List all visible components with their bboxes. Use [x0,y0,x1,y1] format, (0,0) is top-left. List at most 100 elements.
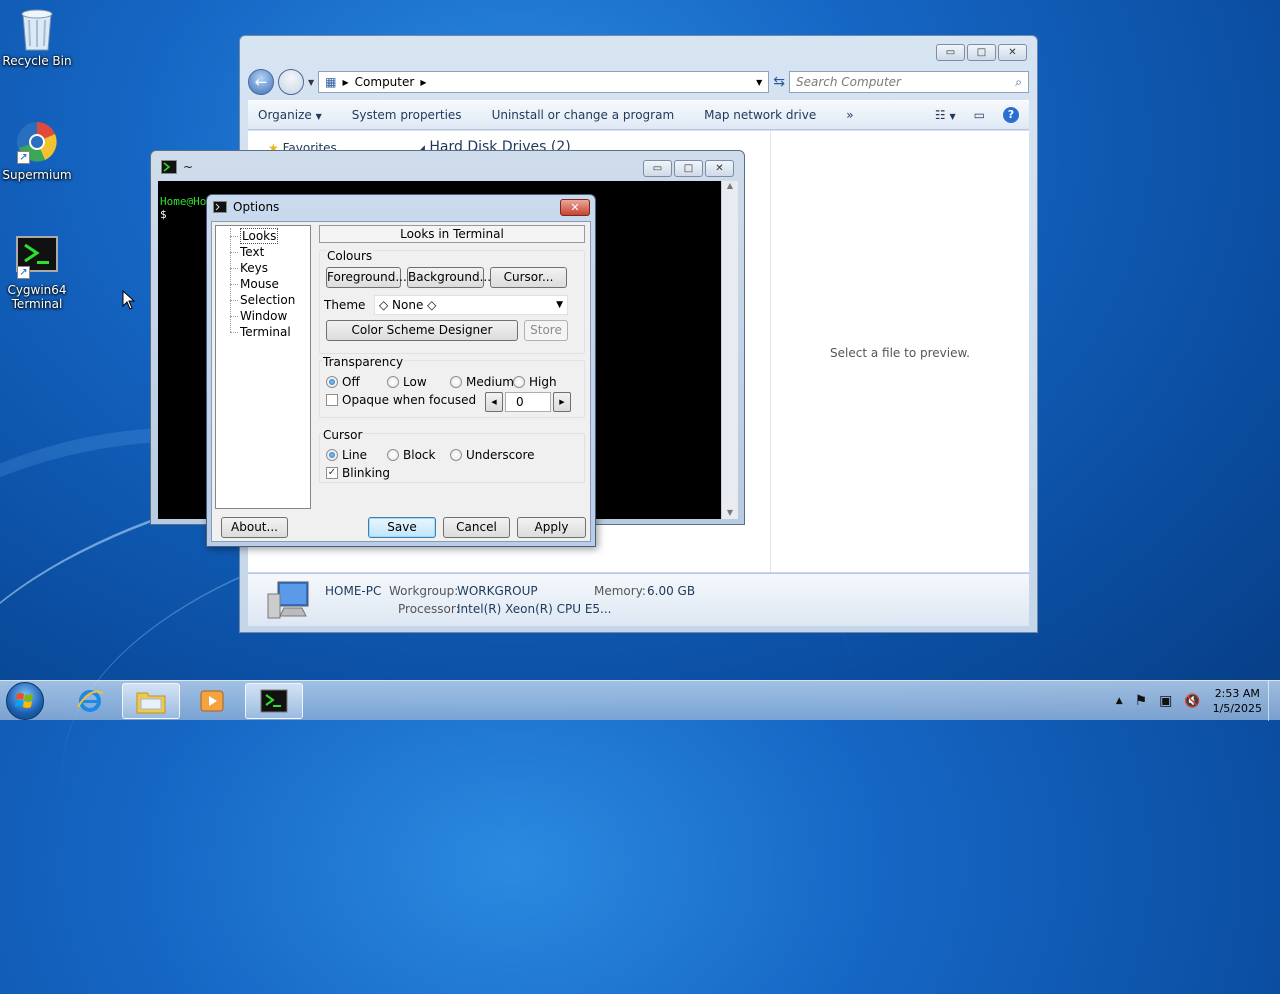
forward-button[interactable] [278,69,304,95]
cursor-colour-button[interactable]: Cursor... [490,267,567,288]
preview-pane-icon[interactable]: ▭ [974,108,985,122]
desktop-icon-cygwin[interactable]: ↗ Cygwin64 Terminal [0,235,74,311]
radio-icon [450,376,462,388]
category-tree: Looks Text Keys Mouse Selection Window T… [215,225,311,509]
opaque-when-focused-checkbox[interactable]: Opaque when focused [326,393,476,407]
desktop-icon-recycle-bin[interactable]: Recycle Bin [0,6,74,68]
taskbar-cygwin-terminal[interactable] [245,683,303,719]
tree-item-looks[interactable]: Looks [216,228,310,244]
taskbar-media-player[interactable] [183,683,241,719]
recycle-bin-icon [15,6,59,51]
uninstall-button[interactable]: Uninstall or change a program [492,108,675,122]
tree-item-text[interactable]: Text [216,244,310,260]
address-dropdown-icon[interactable]: ▼ [756,78,762,87]
section-header: Looks in Terminal [319,225,585,243]
search-placeholder: Search Computer [796,75,901,89]
cygwin-terminal-icon [161,160,177,174]
address-row: ← ▼ ▦ ▶ Computer ▶ ▼ ⇆ Search Computer ⌕ [248,68,1029,96]
breadcrumb-computer[interactable]: Computer [355,75,415,89]
computer-icon [266,580,312,623]
action-center-flag-icon[interactable]: ⚑ [1135,693,1148,709]
search-icon: ⌕ [1015,74,1022,89]
options-client-area: Looks Text Keys Mouse Selection Window T… [211,221,591,542]
tree-item-window[interactable]: Window [216,308,310,324]
cursor-line-radio[interactable]: Line [326,448,367,462]
minimize-button[interactable]: ▭ [936,44,965,61]
store-button[interactable]: Store [524,320,568,341]
memory-value: 6.00 GB [647,584,696,598]
colours-label: Colours [326,249,374,263]
clock-date: 1/5/2025 [1212,702,1262,715]
taskbar-internet-explorer[interactable] [61,683,119,719]
cursor-block-radio[interactable]: Block [387,448,435,462]
folder-icon [136,692,166,714]
tree-item-keys[interactable]: Keys [216,260,310,276]
recent-pages-dropdown[interactable]: ▼ [308,78,314,87]
desktop-icon-label: Recycle Bin [2,54,72,68]
shortcut-arrow-icon: ↗ [17,151,30,164]
clock[interactable]: 2:53 AM 1/5/2025 [1213,686,1262,716]
search-input[interactable]: Search Computer ⌕ [789,71,1029,93]
foreground-button[interactable]: Foreground... [326,267,407,288]
radio-icon [387,449,399,461]
volume-muted-icon[interactable]: 🔇 [1184,694,1200,709]
maximize-button[interactable]: □ [967,44,996,61]
blinking-checkbox[interactable]: ✓ Blinking [326,466,390,480]
breadcrumb-separator-icon: ▶ [420,77,427,87]
transparency-low-radio[interactable]: Low [387,375,427,389]
transparency-off-radio[interactable]: Off [326,375,360,389]
options-title-bar: Options [213,200,279,214]
help-icon[interactable]: ? [1003,107,1019,123]
close-button[interactable]: ✕ [705,160,734,177]
decrease-transparency-button[interactable]: ◀ [485,392,503,412]
show-hidden-icons-icon[interactable]: ▲ [1116,696,1123,706]
network-icon[interactable]: ▣ [1159,693,1172,709]
address-bar[interactable]: ▦ ▶ Computer ▶ ▼ [318,71,770,93]
scroll-down-icon[interactable]: ▼ [722,508,738,517]
refresh-icon[interactable]: ⇆ [773,74,785,90]
cancel-button[interactable]: Cancel [443,517,510,538]
terminal-scrollbar[interactable]: ▲ ▼ [721,181,738,519]
desktop-icon-supermium[interactable]: ↗ Supermium [0,120,74,182]
cursor-underscore-radio[interactable]: Underscore [450,448,535,462]
background-button[interactable]: Background... [407,267,491,288]
taskbar-windows-explorer[interactable] [122,683,180,719]
computer-icon: ▦ [325,75,337,89]
windows-logo-icon [15,693,33,708]
tree-item-mouse[interactable]: Mouse [216,276,310,292]
close-button[interactable]: ✕ [998,44,1027,61]
radio-selected-icon [326,449,338,461]
tree-item-selection[interactable]: Selection [216,292,310,308]
transparency-medium-radio[interactable]: Medium [450,375,514,389]
theme-label: Theme [324,298,366,312]
transparency-value-field[interactable]: 0 [505,392,551,412]
more-commands-button[interactable]: » [846,108,853,122]
supermium-icon: ↗ [15,120,59,164]
radio-selected-icon [326,376,338,388]
minimize-button[interactable]: ▭ [643,160,672,177]
transparency-label: Transparency [322,355,405,369]
view-options-icon[interactable]: ☷ ▼ [935,108,956,122]
start-button[interactable] [6,682,44,720]
terminal-app-icon [213,201,227,213]
desktop-icon-label: Cygwin64 Terminal [7,283,67,311]
tree-item-terminal[interactable]: Terminal [216,324,310,340]
theme-select[interactable]: ◇ None ◇ ▼ [374,295,568,315]
terminal-title-bar: ~ [161,160,193,174]
back-button[interactable]: ← [248,69,274,95]
maximize-button[interactable]: □ [674,160,703,177]
show-desktop-button[interactable] [1268,681,1280,721]
save-button[interactable]: Save [368,517,436,538]
window-controls: ▭ □ ✕ [643,160,734,177]
system-properties-button[interactable]: System properties [352,108,462,122]
organize-button[interactable]: Organize ▼ [258,108,322,122]
increase-transparency-button[interactable]: ▶ [553,392,571,412]
transparency-high-radio[interactable]: High [513,375,557,389]
preview-message: Select a file to preview. [830,346,970,360]
close-button[interactable]: ✕ [560,199,590,216]
about-button[interactable]: About... [221,517,288,538]
scroll-up-icon[interactable]: ▲ [722,181,738,190]
color-scheme-designer-button[interactable]: Color Scheme Designer [326,320,518,341]
apply-button[interactable]: Apply [517,517,586,538]
map-network-drive-button[interactable]: Map network drive [704,108,816,122]
